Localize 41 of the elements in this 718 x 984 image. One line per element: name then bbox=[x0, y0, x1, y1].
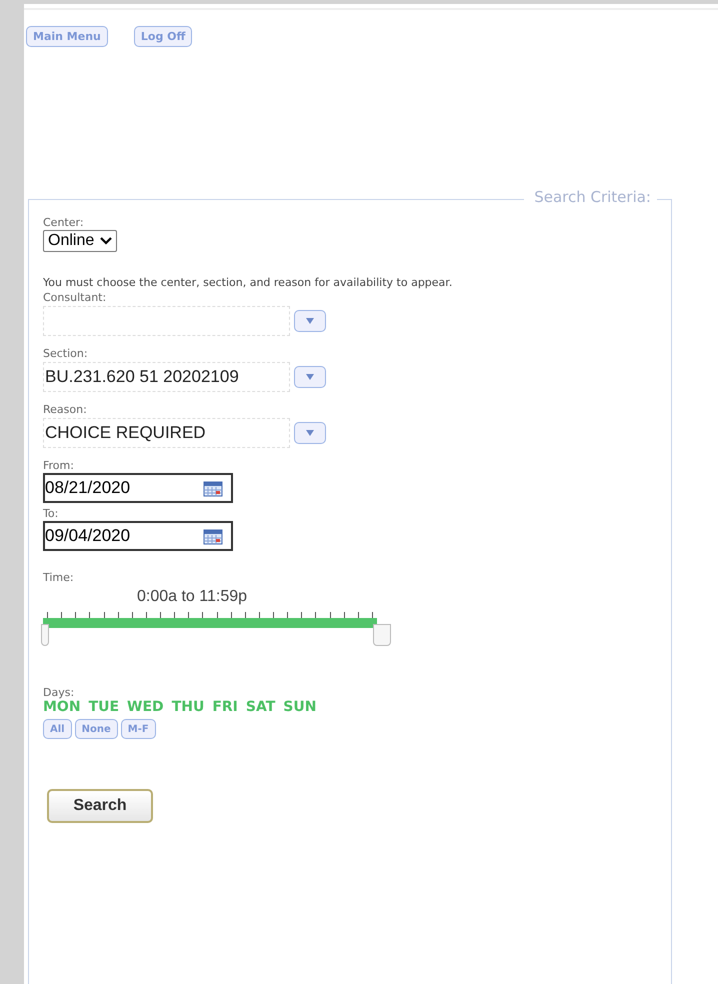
dropdown-button[interactable] bbox=[294, 366, 326, 388]
dropdown-button[interactable] bbox=[294, 310, 326, 332]
field-label: Time: bbox=[43, 571, 75, 584]
lookup-field[interactable]: CHOICE REQUIRED bbox=[43, 418, 290, 448]
day-toggle[interactable]: FRI bbox=[212, 699, 238, 715]
day-toggle[interactable]: SAT bbox=[246, 699, 276, 715]
instruction-text: You must choose the center, section, and reason for availability to appear. bbox=[43, 276, 454, 289]
day-preset-button[interactable]: All bbox=[43, 719, 72, 739]
field-label: Center: bbox=[43, 216, 85, 229]
field-label: Section: bbox=[43, 347, 89, 360]
day-toggle[interactable]: MON bbox=[43, 699, 81, 715]
time-range-reading: 0:00a to 11:59p bbox=[137, 588, 248, 606]
date-field[interactable]: 09/04/2020 bbox=[43, 521, 233, 551]
field-label: To: bbox=[43, 507, 60, 520]
triangle-down-icon bbox=[305, 429, 315, 437]
nav-button[interactable]: Log Off bbox=[134, 26, 192, 47]
lookup-field[interactable] bbox=[43, 306, 290, 336]
field-label: From: bbox=[43, 459, 75, 472]
nav-button[interactable]: Main Menu bbox=[26, 26, 108, 47]
day-preset-button[interactable]: M-F bbox=[120, 719, 156, 739]
calendar-icon[interactable] bbox=[203, 527, 223, 545]
field-label: Reason: bbox=[43, 403, 88, 416]
day-preset-button[interactable]: None bbox=[74, 719, 118, 739]
chevron-down-icon bbox=[100, 237, 112, 245]
slider-handle[interactable] bbox=[41, 624, 49, 646]
slider-handle[interactable] bbox=[373, 624, 391, 646]
time-slider[interactable] bbox=[43, 612, 393, 648]
dropdown-button[interactable] bbox=[294, 422, 326, 444]
calendar-icon[interactable] bbox=[203, 479, 223, 497]
center-select[interactable]: Online bbox=[43, 230, 118, 252]
search-button[interactable]: Search bbox=[47, 789, 153, 823]
lookup-field[interactable]: BU.231.620 51 20202109 bbox=[43, 362, 290, 392]
field-label: Consultant: bbox=[43, 291, 108, 304]
triangle-down-icon bbox=[305, 317, 315, 325]
day-toggle[interactable]: WED bbox=[127, 699, 164, 715]
date-field[interactable]: 08/21/2020 bbox=[43, 473, 233, 503]
day-toggle[interactable]: THU bbox=[172, 699, 204, 715]
field-label: Days: bbox=[43, 686, 76, 699]
day-toggle[interactable]: SUN bbox=[283, 699, 316, 715]
triangle-down-icon bbox=[305, 373, 315, 381]
day-toggle[interactable]: TUE bbox=[88, 699, 120, 715]
